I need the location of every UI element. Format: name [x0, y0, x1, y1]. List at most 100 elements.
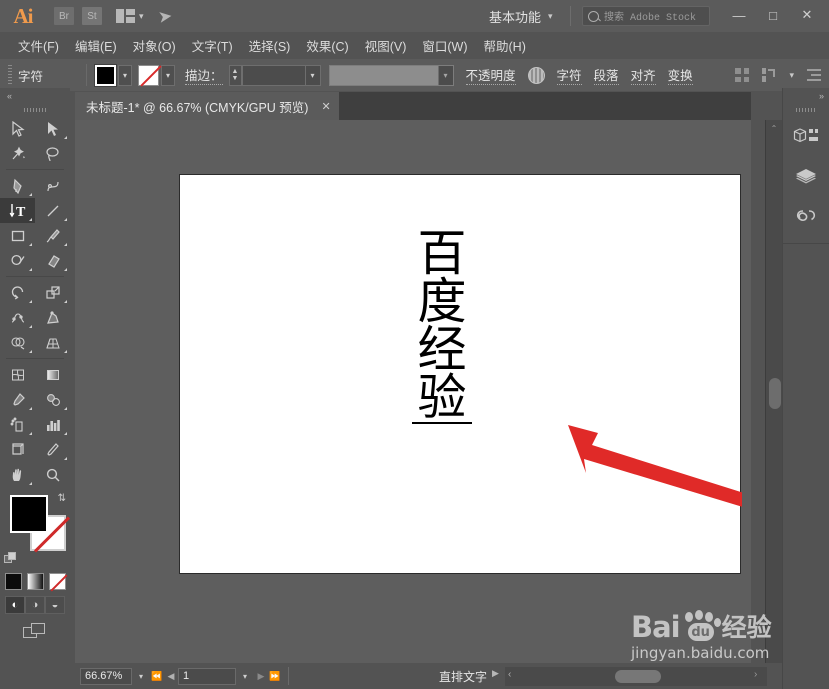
direct-selection-tool[interactable] — [35, 116, 70, 141]
fill-swatch[interactable] — [94, 63, 117, 87]
scroll-up-arrow-icon[interactable]: ⌃ — [766, 120, 782, 136]
stock-button[interactable]: St — [82, 7, 102, 25]
vertical-text-object[interactable]: 百 度 经 验 — [412, 229, 472, 425]
paragraph-panel-link[interactable]: 段落 — [593, 65, 619, 85]
artboard-number-input[interactable]: 1 — [178, 667, 236, 685]
search-input[interactable]: 搜索 Adobe Stock — [582, 6, 710, 26]
stroke-profile-select[interactable]: ▾ — [328, 64, 454, 86]
first-artboard-button[interactable]: ⏪ — [150, 671, 164, 682]
double-chevron-right-icon[interactable]: » — [819, 91, 824, 101]
menu-item-select[interactable]: 选择(S) — [241, 36, 299, 55]
panel-dock-grip[interactable] — [783, 103, 829, 117]
rectangle-tool[interactable] — [0, 223, 35, 248]
blend-tool[interactable] — [35, 387, 70, 412]
magic-wand-tool[interactable] — [0, 141, 35, 166]
opacity-label[interactable]: 不透明度 — [465, 65, 516, 85]
toolbar-fill-swatch[interactable] — [10, 495, 48, 533]
zoom-tool[interactable] — [35, 462, 70, 487]
artboard[interactable]: 百 度 经 验 — [179, 174, 742, 574]
line-segment-tool[interactable] — [35, 198, 70, 223]
swap-fill-stroke-icon[interactable]: ⇅ — [58, 493, 66, 504]
menu-item-file[interactable]: 文件(F) — [10, 36, 67, 55]
maximize-button[interactable]: □ — [756, 3, 790, 27]
hand-tool[interactable] — [0, 462, 35, 487]
change-screen-mode-icon[interactable] — [0, 623, 70, 639]
rotate-tool[interactable] — [0, 280, 35, 305]
menu-item-edit[interactable]: 编辑(E) — [67, 36, 125, 55]
bridge-button[interactable]: Br — [54, 7, 74, 25]
scale-tool[interactable] — [35, 280, 70, 305]
draw-behind-mode[interactable]: ◑ — [25, 596, 45, 614]
default-fill-stroke-icon[interactable] — [4, 552, 17, 565]
close-icon[interactable]: ✕ — [321, 100, 330, 113]
scroll-right-arrow-icon[interactable]: › — [754, 669, 757, 680]
shape-builder-tool[interactable] — [0, 330, 35, 355]
menu-item-view[interactable]: 视图(V) — [357, 36, 415, 55]
double-chevron-left-icon[interactable]: « — [7, 91, 12, 101]
opacity-globe-icon[interactable] — [527, 66, 545, 84]
horizontal-scrollbar[interactable] — [505, 667, 767, 686]
vertical-scrollbar[interactable]: ⌃ — [765, 120, 782, 663]
workspace-switcher[interactable]: 基本功能 ▾ — [489, 0, 553, 32]
slice-tool[interactable] — [35, 437, 70, 462]
status-play-button[interactable]: ▶ — [492, 668, 499, 679]
minimize-button[interactable]: — — [722, 3, 756, 27]
lasso-tool[interactable] — [35, 141, 70, 166]
menu-item-help[interactable]: 帮助(H) — [476, 36, 534, 55]
menu-item-window[interactable]: 窗口(W) — [414, 36, 475, 55]
column-graph-tool[interactable] — [35, 412, 70, 437]
symbol-sprayer-tool[interactable] — [0, 412, 35, 437]
stroke-swatch[interactable] — [138, 64, 159, 86]
menu-item-object[interactable]: 对象(O) — [125, 36, 184, 55]
artboard-chevron-down-icon[interactable]: ▾ — [236, 672, 254, 681]
artboard-tool[interactable] — [0, 437, 35, 462]
free-transform-tool[interactable] — [35, 305, 70, 330]
zoom-chevron-down-icon[interactable]: ▾ — [132, 672, 150, 681]
vertical-type-tool[interactable]: T — [0, 198, 35, 223]
tools-panel-grip[interactable] — [0, 103, 70, 116]
chevron-down-icon[interactable]: ▾ — [437, 65, 453, 85]
behance-bird-icon[interactable]: ➤ — [156, 6, 173, 27]
shaper-tool[interactable] — [0, 248, 35, 273]
control-bar-grip[interactable] — [8, 65, 12, 85]
arrange-documents-icon[interactable]: ▾ — [116, 9, 144, 23]
color-mode-none[interactable] — [48, 573, 66, 590]
chevron-down-icon[interactable]: ▾ — [304, 65, 320, 85]
eraser-tool[interactable] — [35, 248, 70, 273]
eyedropper-tool[interactable] — [0, 387, 35, 412]
zoom-input[interactable]: 66.67% — [80, 667, 132, 685]
curvature-tool[interactable] — [35, 173, 70, 198]
menu-item-type[interactable]: 文字(T) — [184, 36, 241, 55]
stroke-weight-stepper[interactable]: ▲ ▼ — [228, 64, 242, 86]
gradient-tool[interactable] — [35, 362, 70, 387]
align-panel-link[interactable]: 对齐 — [630, 65, 656, 85]
draw-normal-mode[interactable]: ◐ — [5, 596, 25, 614]
recolor-grid-icon[interactable] — [735, 68, 750, 82]
paintbrush-tool[interactable] — [35, 223, 70, 248]
scroll-left-arrow-icon[interactable]: ‹ — [508, 669, 511, 680]
next-artboard-button[interactable]: ▶ — [254, 671, 268, 682]
previous-artboard-button[interactable]: ◀ — [164, 671, 178, 682]
color-mode-color[interactable] — [4, 573, 22, 590]
panel-icon-libraries[interactable] — [783, 197, 829, 237]
close-button[interactable]: ✕ — [790, 3, 824, 27]
color-mode-gradient[interactable] — [26, 573, 44, 590]
menu-item-effect[interactable]: 效果(C) — [298, 36, 356, 55]
horizontal-scroll-thumb[interactable] — [615, 670, 661, 683]
panel-icon-properties[interactable] — [783, 117, 829, 157]
fill-swatch-group[interactable]: ▾ — [94, 63, 132, 87]
panel-options-icon[interactable] — [807, 69, 821, 81]
pen-tool[interactable] — [0, 173, 35, 198]
transform-panel-link[interactable]: 变换 — [667, 65, 693, 85]
canvas-area[interactable]: 百 度 经 验 — [75, 120, 751, 663]
mesh-tool[interactable] — [0, 362, 35, 387]
character-panel-link[interactable]: 字符 — [556, 65, 582, 85]
vertical-scroll-thumb[interactable] — [769, 378, 781, 409]
stroke-chevron-down-icon[interactable]: ▾ — [161, 64, 175, 86]
draw-inside-mode[interactable]: ◒ — [45, 596, 65, 614]
stroke-weight-input[interactable]: ▾ — [241, 64, 321, 86]
distribute-chevron-icon[interactable]: ▾ — [789, 70, 794, 81]
selection-tool[interactable] — [0, 116, 35, 141]
last-artboard-button[interactable]: ⏩ — [268, 671, 282, 682]
fill-chevron-down-icon[interactable]: ▾ — [118, 64, 132, 86]
